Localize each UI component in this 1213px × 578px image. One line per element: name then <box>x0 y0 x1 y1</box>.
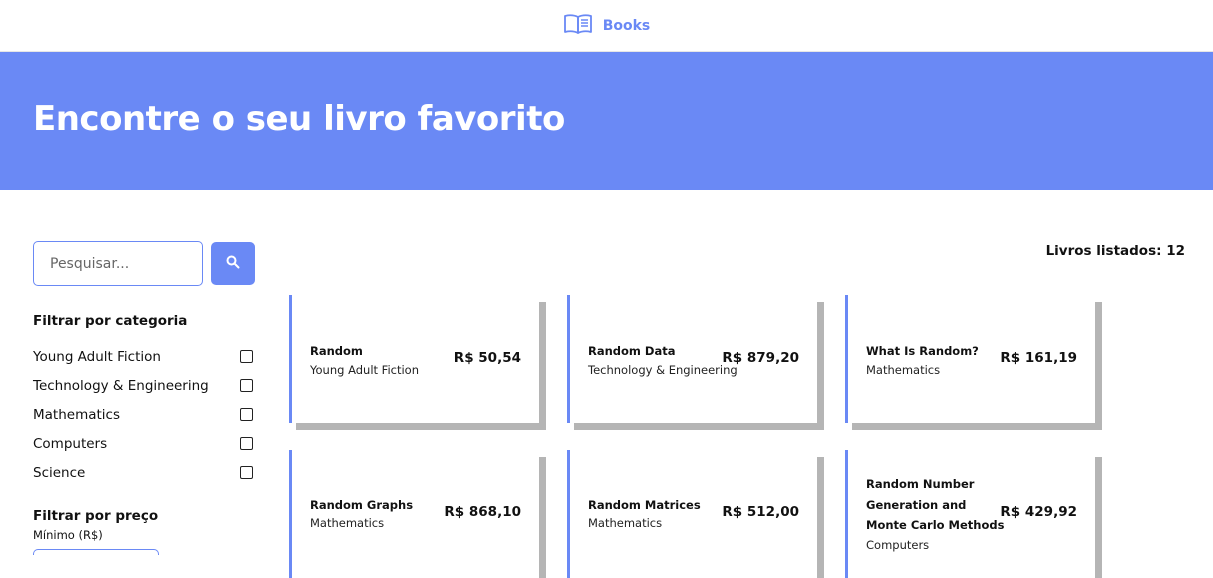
min-price-input[interactable] <box>33 549 159 555</box>
category-checkbox[interactable] <box>240 408 253 421</box>
book-card[interactable]: Random Matrices Mathematics R$ 512,00 <box>567 450 817 578</box>
search-button[interactable] <box>211 242 255 285</box>
book-title: Random <box>310 344 363 358</box>
brand-label: Books <box>602 17 651 34</box>
open-book-icon <box>563 13 593 39</box>
top-bar: Books <box>0 0 1213 52</box>
category-option-label: Mathematics <box>33 406 120 423</box>
category-checkbox[interactable] <box>240 466 253 479</box>
book-card[interactable]: Random Data Technology & Engineering R$ … <box>567 295 817 423</box>
book-title: What Is Random? <box>866 344 979 358</box>
min-price-label: Mínimo (R$) <box>33 528 103 542</box>
category-filter-list: Young Adult Fiction Technology & Enginee… <box>33 342 255 487</box>
book-price: R$ 512,00 <box>722 504 799 520</box>
category-option-label: Technology & Engineering <box>33 377 209 394</box>
book-price: R$ 868,10 <box>444 504 521 520</box>
book-card[interactable]: Random Graphs Mathematics R$ 868,10 <box>289 450 539 578</box>
book-card[interactable]: What Is Random? Mathematics R$ 161,19 <box>845 295 1095 423</box>
category-filter-heading: Filtrar por categoria <box>33 313 188 329</box>
category-option-science[interactable]: Science <box>33 458 255 487</box>
hero-banner: Encontre o seu livro favorito <box>0 52 1213 190</box>
category-option-label: Young Adult Fiction <box>33 348 161 365</box>
book-title: Random Matrices <box>588 498 701 512</box>
book-category: Mathematics <box>866 363 941 377</box>
page-title: Encontre o seu livro favorito <box>33 99 565 139</box>
brand-link[interactable]: Books <box>563 13 651 39</box>
book-category: Mathematics <box>310 516 385 530</box>
book-category: Mathematics <box>588 516 663 530</box>
results-count: Livros listados: 12 <box>1045 243 1185 259</box>
book-title: Random Number Generation and Monte Carlo… <box>866 477 1005 532</box>
category-option-label: Computers <box>33 435 108 452</box>
book-price: R$ 50,54 <box>453 350 521 366</box>
book-card[interactable]: Random Young Adult Fiction R$ 50,54 <box>289 295 539 423</box>
book-price: R$ 429,92 <box>1000 504 1077 520</box>
price-filter-heading: Filtrar por preço <box>33 508 159 524</box>
book-category: Technology & Engineering <box>588 363 738 377</box>
category-option-label: Science <box>33 464 86 481</box>
book-price: R$ 879,20 <box>722 350 799 366</box>
book-card[interactable]: Random Number Generation and Monte Carlo… <box>845 450 1095 578</box>
search-input[interactable] <box>33 241 203 286</box>
category-option-technology-engineering[interactable]: Technology & Engineering <box>33 371 255 400</box>
book-title: Random Data <box>588 344 676 358</box>
category-option-computers[interactable]: Computers <box>33 429 255 458</box>
search-icon <box>226 255 240 272</box>
book-category: Computers <box>866 538 930 552</box>
book-price: R$ 161,19 <box>1000 350 1077 366</box>
category-checkbox[interactable] <box>240 437 253 450</box>
book-category: Young Adult Fiction <box>310 363 420 377</box>
category-checkbox[interactable] <box>240 379 253 392</box>
category-option-mathematics[interactable]: Mathematics <box>33 400 255 429</box>
category-checkbox[interactable] <box>240 350 253 363</box>
book-title: Random Graphs <box>310 498 414 512</box>
category-option-young-adult-fiction[interactable]: Young Adult Fiction <box>33 342 255 371</box>
